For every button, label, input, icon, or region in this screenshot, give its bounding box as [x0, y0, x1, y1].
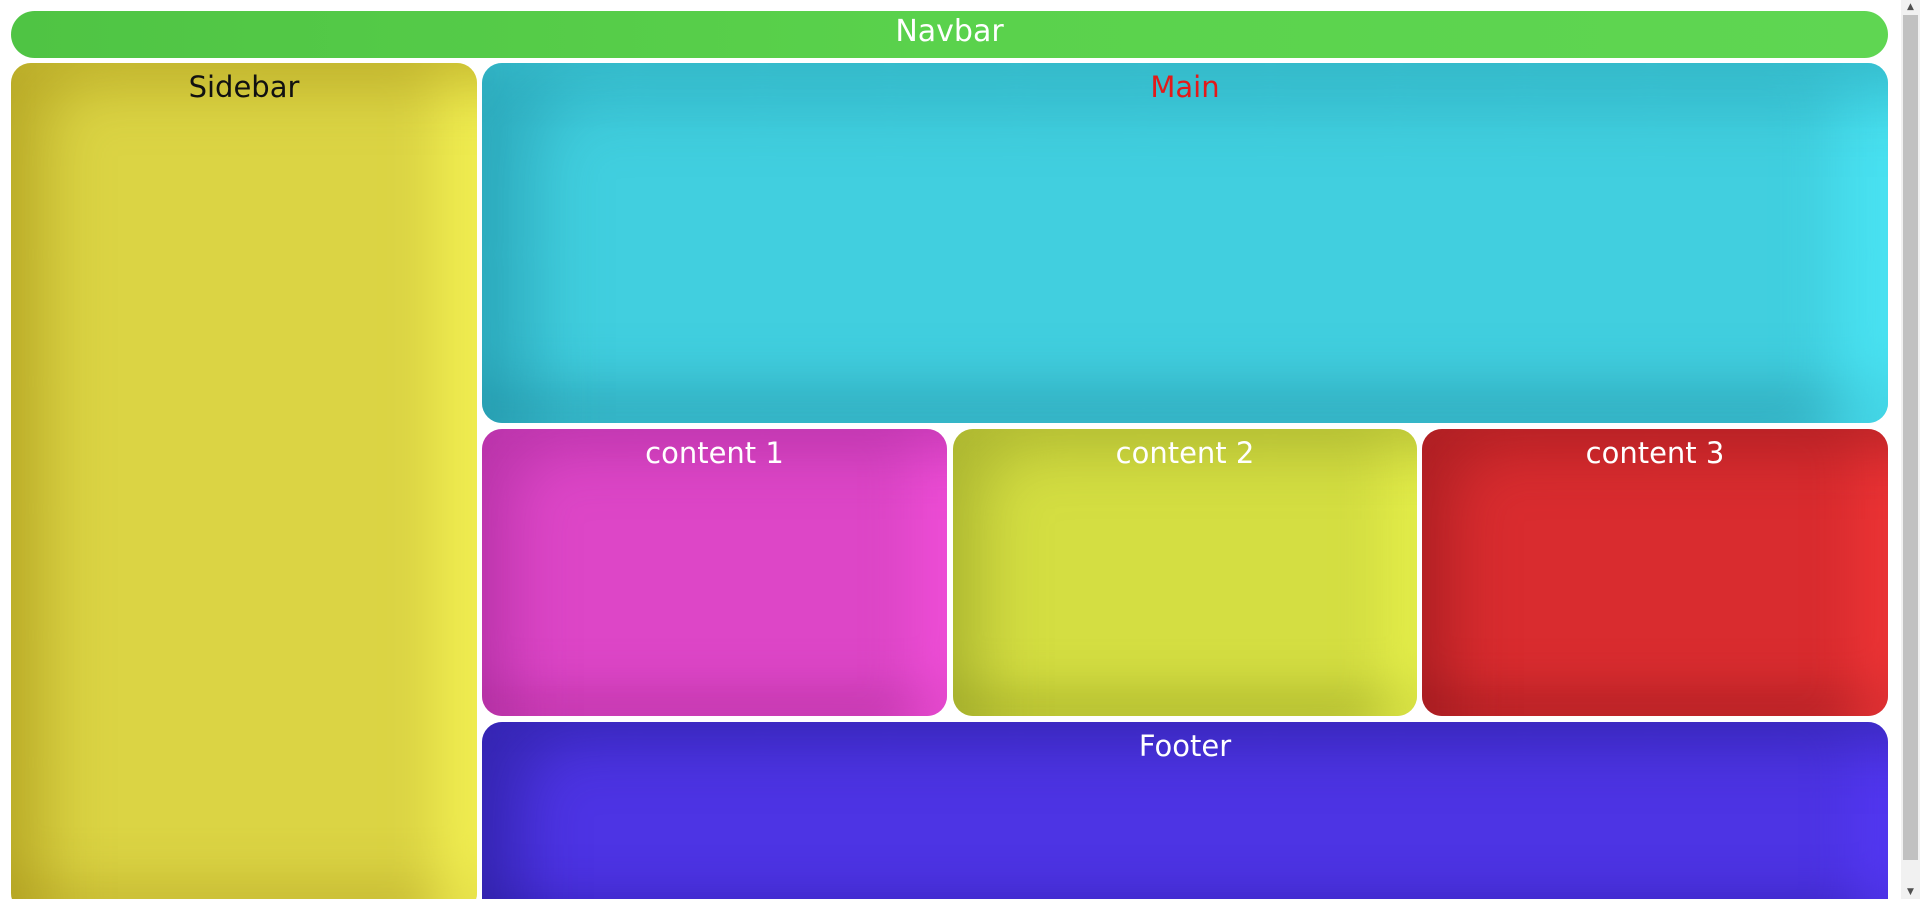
main-label: Main: [1150, 70, 1220, 104]
content-box-2: content 2: [953, 429, 1417, 716]
sidebar-label: Sidebar: [188, 70, 300, 104]
content-box-3: content 3: [1422, 429, 1888, 716]
content-3-label: content 3: [1585, 436, 1725, 470]
sidebar: Sidebar: [11, 63, 477, 899]
footer: Footer: [482, 722, 1888, 899]
content-box-1: content 1: [482, 429, 947, 716]
triangle-up-icon[interactable]: ▲: [1901, 0, 1920, 14]
footer-label: Footer: [1138, 729, 1232, 763]
navbar: Navbar: [11, 11, 1888, 58]
main-area: Main: [482, 63, 1888, 423]
vertical-scrollbar[interactable]: ▲ ▼: [1901, 0, 1920, 899]
scrollbar-thumb[interactable]: [1903, 15, 1918, 860]
triangle-down-icon[interactable]: ▼: [1901, 885, 1920, 899]
content-1-label: content 1: [645, 436, 784, 470]
content-2-label: content 2: [1115, 436, 1255, 470]
navbar-label: Navbar: [895, 14, 1004, 49]
